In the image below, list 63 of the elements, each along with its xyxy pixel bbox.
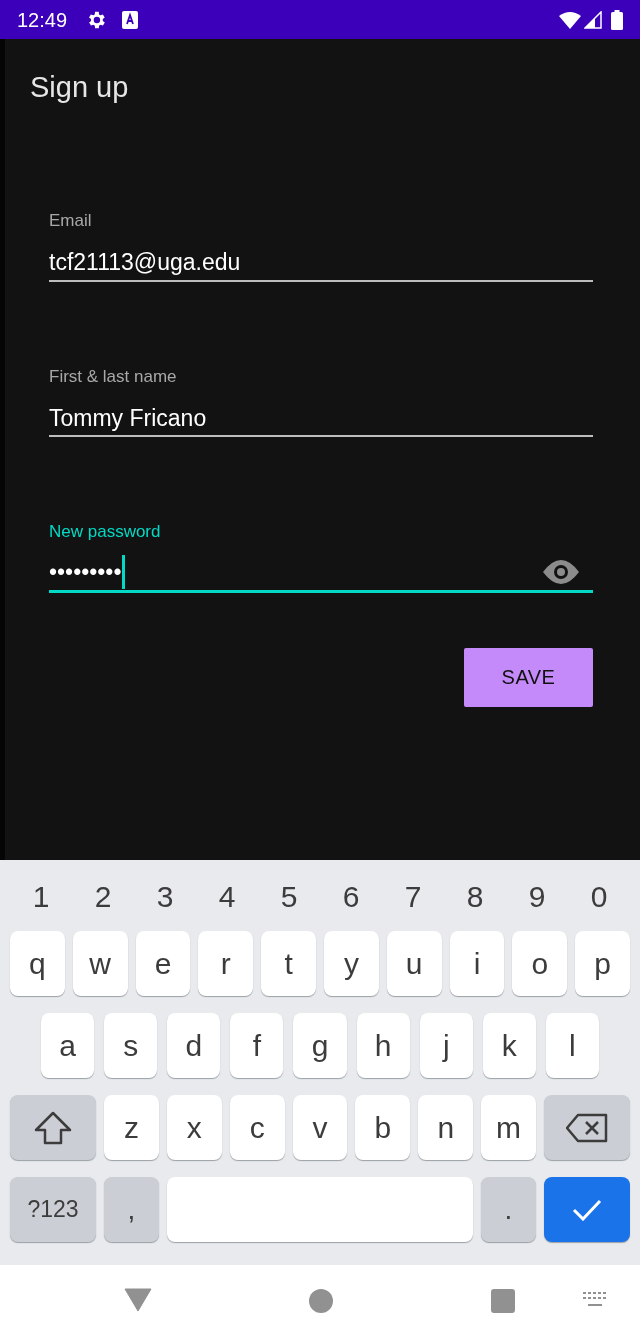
backspace-icon [566, 1112, 608, 1143]
number-key[interactable]: 2 [72, 876, 134, 918]
enter-key[interactable] [544, 1177, 630, 1242]
wifi-icon [559, 10, 581, 29]
letter-key[interactable]: t [261, 931, 316, 996]
number-key[interactable]: 6 [320, 876, 382, 918]
password-field[interactable]: ••••••••• [49, 554, 593, 593]
letter-key[interactable]: z [104, 1095, 159, 1160]
letter-key[interactable]: d [167, 1013, 221, 1078]
number-key[interactable]: 9 [506, 876, 568, 918]
text-field[interactable]: Tommy Fricano [49, 401, 593, 437]
check-icon [572, 1198, 602, 1221]
letter-key[interactable]: f [230, 1013, 284, 1078]
home-icon[interactable] [309, 1289, 333, 1313]
letter-key[interactable]: n [418, 1095, 474, 1160]
number-key[interactable]: 3 [134, 876, 196, 918]
letter-key[interactable]: u [386, 931, 442, 996]
signal-icon [584, 10, 602, 29]
punctuation-key[interactable]: . [481, 1177, 536, 1242]
eye-icon[interactable] [543, 560, 579, 584]
letter-key[interactable]: b [355, 1095, 411, 1160]
number-key[interactable]: 0 [568, 876, 630, 918]
number-key[interactable]: 1 [10, 876, 72, 918]
number-key[interactable]: 8 [444, 876, 506, 918]
back-icon[interactable] [124, 1288, 152, 1312]
letter-key[interactable]: c [229, 1095, 285, 1160]
letter-key[interactable]: a [41, 1013, 95, 1078]
status-time: 12:49 [17, 7, 68, 33]
punctuation-key[interactable]: , [104, 1177, 159, 1242]
letter-key[interactable]: o [512, 931, 568, 996]
letter-key[interactable]: i [449, 931, 505, 996]
letter-key[interactable]: p [575, 931, 630, 996]
letter-key[interactable]: r [198, 931, 254, 996]
field-label: First & last name [49, 365, 177, 388]
field-label: Email [49, 210, 92, 232]
screen-title: Sign up [30, 70, 129, 105]
letter-key[interactable]: w [72, 931, 128, 996]
save-button[interactable]: SAVE [464, 647, 593, 707]
shift-icon [34, 1110, 72, 1145]
symbols-key[interactable]: ?123 [10, 1177, 96, 1242]
text-cursor [122, 555, 126, 589]
shift-key[interactable] [10, 1095, 96, 1160]
letter-key[interactable]: h [356, 1013, 410, 1078]
letter-key[interactable]: m [481, 1095, 536, 1160]
letter-key[interactable]: e [135, 931, 191, 996]
letter-key[interactable]: l [545, 1013, 599, 1078]
letter-key[interactable]: y [324, 931, 379, 996]
letter-key[interactable]: q [10, 931, 65, 996]
letter-key[interactable]: j [419, 1013, 473, 1078]
number-key[interactable]: 7 [382, 876, 444, 918]
keyboard-a-icon [122, 10, 139, 29]
text-field[interactable]: tcf21113@uga.edu [49, 245, 593, 282]
number-key[interactable]: 5 [258, 876, 320, 918]
letter-key[interactable]: k [482, 1013, 536, 1078]
letter-key[interactable]: v [292, 1095, 348, 1160]
letter-key[interactable]: g [293, 1013, 347, 1078]
backspace-key[interactable] [544, 1095, 630, 1160]
field-label: New password [49, 521, 161, 543]
number-key[interactable]: 4 [196, 876, 258, 918]
battery-icon [611, 9, 623, 30]
letter-key[interactable]: x [166, 1095, 222, 1160]
letter-key[interactable]: s [104, 1013, 158, 1078]
keyboard-icon[interactable] [583, 1292, 607, 1308]
